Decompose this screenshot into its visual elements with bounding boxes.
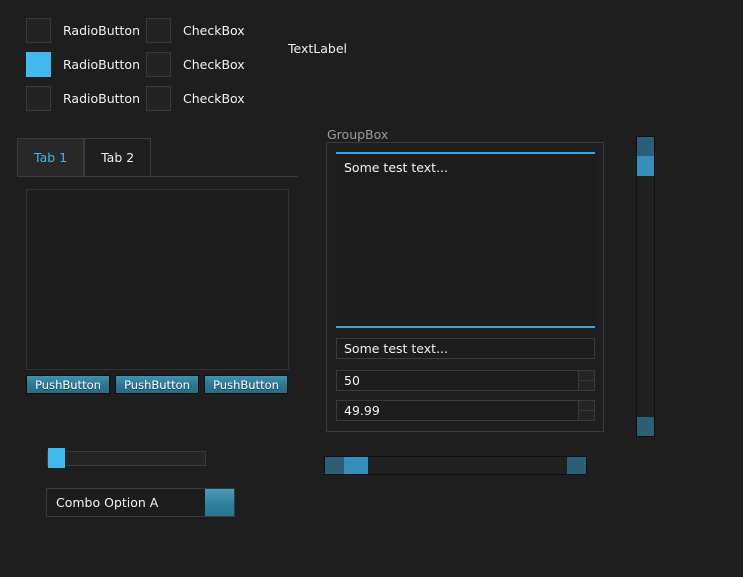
checkbox-indicator-3[interactable] (146, 86, 171, 111)
double-spin-box[interactable]: 49.99 (336, 400, 595, 421)
combo-box-value: Combo Option A (56, 495, 159, 510)
radio-row-1[interactable]: RadioButton (26, 18, 140, 43)
push-button-label-1: PushButton (35, 377, 101, 392)
horizontal-scrollbar-handle[interactable] (344, 457, 368, 474)
line-edit-value: Some test text... (344, 341, 448, 356)
checkbox-label-1: CheckBox (183, 23, 245, 38)
tab-label-1: Tab 1 (34, 150, 68, 165)
horizontal-scrollbar[interactable] (324, 456, 587, 475)
radio-indicator-2[interactable] (26, 52, 51, 77)
push-button-1[interactable]: PushButton (26, 375, 110, 394)
widget-gallery-window: { "theme": { "background": "#1e1e1e", "a… (0, 0, 743, 577)
push-button-label-3: PushButton (213, 377, 279, 392)
groupbox-title: GroupBox (327, 127, 389, 142)
spin-box-buttons (578, 371, 594, 390)
vertical-scrollbar-handle[interactable] (637, 156, 654, 176)
checkbox-indicator-1[interactable] (146, 18, 171, 43)
checkbox-indicator-2[interactable] (146, 52, 171, 77)
double-spin-box-buttons (578, 401, 594, 420)
text-edit[interactable]: Some test text... (336, 152, 595, 328)
push-button-3[interactable]: PushButton (204, 375, 288, 394)
arrow-right-icon[interactable] (567, 457, 586, 474)
checkbox-row-1[interactable]: CheckBox (146, 18, 245, 43)
checkbox-row-3[interactable]: CheckBox (146, 86, 245, 111)
text-edit-value: Some test text... (344, 160, 448, 175)
arrow-up-icon[interactable] (579, 371, 594, 381)
radio-label-3: RadioButton (63, 91, 140, 106)
radio-indicator-1[interactable] (26, 18, 51, 43)
tab-tab-2[interactable]: Tab 2 (84, 138, 152, 177)
spin-box-value: 50 (344, 373, 360, 388)
checkbox-row-2[interactable]: CheckBox (146, 52, 245, 77)
arrow-left-icon[interactable] (325, 457, 344, 474)
chevron-down-icon[interactable] (205, 489, 234, 516)
radio-indicator-3[interactable] (26, 86, 51, 111)
arrow-up-icon[interactable] (579, 401, 594, 411)
push-button-label-2: PushButton (124, 377, 190, 392)
checkbox-label-2: CheckBox (183, 57, 245, 72)
combo-box[interactable]: Combo Option A (46, 488, 235, 517)
vertical-scrollbar[interactable] (636, 136, 655, 437)
radio-label-1: RadioButton (63, 23, 140, 38)
radio-row-3[interactable]: RadioButton (26, 86, 140, 111)
radio-row-2[interactable]: RadioButton (26, 52, 140, 77)
line-edit[interactable]: Some test text... (336, 338, 595, 359)
slider-groove[interactable] (47, 451, 206, 466)
tab-tab-1[interactable]: Tab 1 (17, 138, 85, 177)
tab-label-2: Tab 2 (101, 150, 135, 165)
tab-content-pane (26, 189, 289, 370)
checkbox-label-3: CheckBox (183, 91, 245, 106)
slider-handle[interactable] (48, 448, 65, 468)
arrow-down-icon[interactable] (579, 411, 594, 420)
arrow-down-icon[interactable] (579, 381, 594, 390)
arrow-up-icon[interactable] (637, 137, 654, 156)
page-title: TextLabel (288, 41, 348, 54)
radio-label-2: RadioButton (63, 57, 140, 72)
double-spin-box-value: 49.99 (344, 403, 380, 418)
push-button-2[interactable]: PushButton (115, 375, 199, 394)
arrow-down-icon[interactable] (637, 417, 654, 436)
spin-box[interactable]: 50 (336, 370, 595, 391)
tab-bar: Tab 1 Tab 2 (17, 138, 152, 177)
tab-bar-divider (17, 176, 298, 177)
